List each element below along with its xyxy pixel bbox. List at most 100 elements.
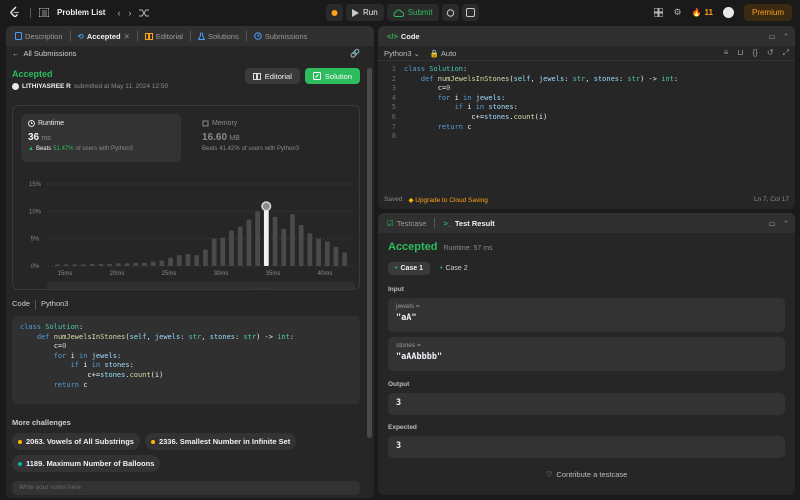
line-number: 8 — [391, 132, 396, 141]
stones-field[interactable]: stones = "aAAbbbb" — [388, 337, 785, 371]
editorial-button[interactable]: Editorial — [244, 68, 300, 84]
memory-value: 16.60 — [202, 132, 228, 143]
runtime-beats-prefix: Beats — [35, 146, 52, 152]
memory-card[interactable]: Memory 16.60 MB Beats 41.42% of users wi… — [195, 114, 355, 162]
bar — [81, 264, 86, 266]
close-icon[interactable]: ✕ — [124, 32, 130, 41]
challenge-chip[interactable]: 2336. Smallest Number in Infinite Set — [144, 433, 297, 450]
contribute-label: Contribute a testcase — [556, 470, 628, 479]
scrollbar[interactable] — [367, 68, 372, 438]
difficulty-dot-icon — [150, 439, 155, 444]
tab-submissions[interactable]: Submissions — [251, 32, 311, 41]
code-section-lang: Python3 — [40, 299, 69, 308]
case-2-tab[interactable]: • Case 2 — [436, 262, 472, 275]
shuffle-icon[interactable] — [139, 9, 150, 17]
editor-code-line — [404, 132, 678, 142]
premium-button[interactable]: Premium — [743, 4, 792, 21]
back-label: All Submissions — [23, 49, 77, 58]
x-tick-label: 35ms — [266, 271, 281, 277]
timer-button[interactable] — [441, 4, 459, 21]
challenge-label: 2063. Vowels of All Substrings — [26, 437, 134, 446]
bookmark-icon[interactable]: ⊔ — [737, 48, 743, 58]
tab-accepted[interactable]: ⟲ Accepted ✕ — [75, 32, 133, 41]
line-number: 4 — [391, 93, 396, 102]
upgrade-link[interactable]: ◆ Upgrade to Cloud Saving — [408, 196, 487, 204]
jewels-field[interactable]: jewels = "aA" — [388, 298, 785, 332]
link-icon[interactable]: 🔗 — [350, 49, 360, 58]
streak-counter[interactable]: 🔥 11 — [692, 8, 713, 17]
testcase-tab-label: Testcase — [396, 218, 427, 228]
bar — [203, 249, 208, 266]
case-1-tab[interactable]: • Case 1 — [388, 262, 431, 275]
gear-icon[interactable]: ⚙ — [673, 7, 681, 18]
fullscreen-icon[interactable]: ⤢ — [783, 48, 789, 58]
layout-icon[interactable] — [654, 8, 664, 17]
problem-list-icon[interactable] — [39, 8, 49, 17]
output-field: 3 — [388, 393, 785, 415]
tab-test-result[interactable]: >_ Test Result — [440, 219, 497, 228]
overview-bar — [263, 288, 269, 289]
tab-accepted-label: Accepted — [86, 31, 121, 41]
format-icon[interactable]: ≡ — [724, 48, 729, 58]
runtime-title: Runtime — [38, 120, 65, 127]
leetcode-logo-icon[interactable] — [8, 6, 22, 20]
bar — [211, 238, 217, 266]
username[interactable]: LITHIYASREE R — [22, 83, 71, 90]
minimize-icon[interactable]: ▭ — [769, 219, 776, 228]
chevron-up-icon[interactable]: ⌃ — [783, 32, 789, 41]
bar — [272, 216, 278, 266]
memory-unit: MB — [229, 135, 240, 142]
solution-button[interactable]: Solution — [304, 68, 360, 84]
notes-button[interactable] — [461, 4, 479, 21]
runtime-card[interactable]: Runtime 36 ms ▲ Beats 51.47% of users wi… — [21, 114, 181, 162]
back-to-submissions[interactable]: ← All Submissions — [12, 49, 76, 58]
language-select[interactable]: Python3 ⌄ — [384, 49, 420, 58]
bar — [229, 230, 234, 266]
notes-input[interactable]: Write your notes here — [12, 481, 360, 495]
challenge-chip[interactable]: 2063. Vowels of All Substrings — [12, 433, 140, 450]
bug-icon — [331, 10, 338, 16]
runtime-beats-suffix: of users with Python3 — [75, 146, 134, 152]
submitted-code-block[interactable]: class Solution: def numJewelsInStones(se… — [12, 316, 360, 404]
tab-testcase[interactable]: ☑ Testcase — [384, 219, 429, 228]
expected-label: Expected — [388, 424, 417, 431]
bar — [281, 228, 287, 266]
reset-icon[interactable]: ↺ — [767, 48, 774, 58]
tab-code[interactable]: </> Code — [384, 32, 423, 41]
problem-list-link[interactable]: Problem List — [57, 8, 105, 17]
minimize-icon[interactable]: ▭ — [769, 32, 776, 41]
book-icon — [144, 32, 153, 40]
tab-solutions[interactable]: Solutions — [195, 32, 242, 41]
debug-button[interactable] — [326, 4, 343, 21]
cursor-position: Ln 7, Col 17 — [753, 196, 789, 203]
bar — [107, 263, 113, 266]
run-button[interactable]: Run — [346, 4, 384, 21]
next-problem-icon[interactable]: › — [128, 8, 131, 18]
checkbox-icon: ☑ — [387, 218, 394, 228]
saved-status: Saved — [384, 196, 403, 203]
editor-code-line: c=0 — [404, 84, 451, 93]
submitted-code-line: return c — [53, 380, 88, 389]
contribute-testcase-button[interactable]: ♡ Contribute a testcase — [388, 470, 785, 479]
braces-icon[interactable]: {} — [753, 48, 758, 58]
performance-card: Runtime 36 ms ▲ Beats 51.47% of users wi… — [12, 105, 360, 290]
user-avatar[interactable] — [12, 83, 19, 90]
expected-value: 3 — [396, 441, 402, 451]
line-number: 2 — [391, 74, 396, 83]
auto-mode-toggle[interactable]: 🔒 Auto — [430, 49, 456, 58]
tab-editorial[interactable]: Editorial — [142, 32, 186, 41]
flask-icon — [197, 32, 205, 40]
bar — [72, 264, 78, 266]
code-tabbar: </> Code ▭ ⌃ — [378, 26, 795, 46]
more-challenges-title: More challenges — [12, 418, 71, 427]
tab-description[interactable]: Description — [12, 32, 66, 41]
submit-button[interactable]: Submit — [386, 4, 439, 21]
runtime-distribution-chart[interactable]: 15%10%5%0%15ms20ms25ms30ms35ms40ms15ms20… — [19, 164, 361, 289]
avatar[interactable] — [722, 7, 734, 18]
memory-beats-suffix: of users with Python3 — [241, 146, 300, 152]
prev-problem-icon[interactable]: ‹ — [117, 8, 120, 18]
chevron-up-icon[interactable]: ⌃ — [783, 219, 789, 228]
challenge-chip[interactable]: 1189. Maximum Number of Balloons — [12, 455, 161, 472]
memory-beats-prefix: Beats — [202, 146, 218, 152]
x-tick-label: 40ms — [318, 271, 333, 277]
